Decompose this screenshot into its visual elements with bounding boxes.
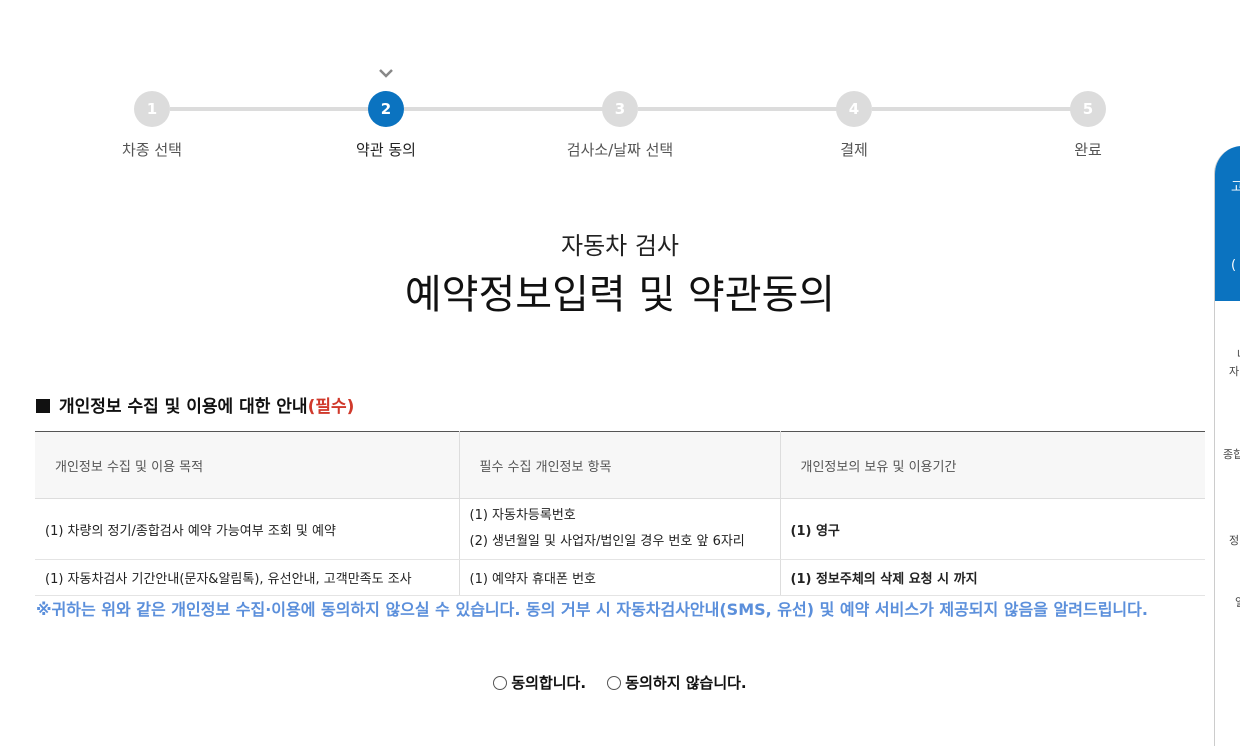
side-panel-text: 종합 [1223, 448, 1240, 461]
step-label: 약관 동의 [356, 141, 416, 159]
step-3: 3 검사소/날짜 선택 [540, 91, 700, 160]
step-number: 4 [836, 91, 872, 127]
side-panel-header[interactable]: 고 ( [1215, 146, 1240, 301]
step-2: 2 약관 동의 [306, 91, 466, 160]
column-header: 필수 수집 개인정보 항목 [458, 431, 780, 499]
side-panel-header-text: 고 [1231, 176, 1240, 195]
side-panel-text: 자 [1229, 365, 1240, 378]
item-text: (2) 생년월일 및 사업자/법인일 경우 번호 앞 6자리 [469, 534, 745, 549]
section-title: 개인정보 수집 및 이용에 대한 안내 [59, 397, 308, 417]
step-label: 검사소/날짜 선택 [566, 141, 674, 159]
square-bullet-icon [36, 399, 50, 413]
disagree-label[interactable]: 동의하지 않습니다. [625, 674, 746, 692]
table-row: (1) 차량의 정기/종합검사 예약 가능여부 조회 및 예약 (1) 자동차등… [35, 498, 1205, 560]
period-cell: (1) 정보주체의 삭제 요청 시 까지 [779, 559, 1205, 596]
radio-circle-icon[interactable] [607, 676, 622, 690]
consent-notice: ※귀하는 위와 같은 개인정보 수집·이용에 동의하지 않으실 수 있습니다. … [36, 600, 1148, 619]
step-label: 결제 [840, 141, 868, 159]
step-1: 1 차종 선택 [72, 91, 232, 160]
purpose-cell: (1) 차량의 정기/종합검사 예약 가능여부 조회 및 예약 [35, 498, 459, 560]
step-5: 5 완료 [1008, 91, 1168, 160]
page-subtitle: 자동차 검사 [560, 232, 680, 260]
column-header: 개인정보 수집 및 이용 목적 [35, 431, 459, 499]
side-panel-header-text: ( [1231, 258, 1237, 273]
items-cell: (1) 자동차등록번호 (2) 생년월일 및 사업자/법인일 경우 번호 앞 6… [458, 498, 780, 560]
page-title: 예약정보입력 및 약관동의 [404, 272, 836, 318]
item-text: (1) 자동차등록번호 [469, 508, 576, 523]
step-number: 1 [134, 91, 170, 127]
step-number: 5 [1070, 91, 1106, 127]
step-number: 3 [602, 91, 638, 127]
step-label: 완료 [1074, 141, 1102, 159]
step-label: 차종 선택 [122, 141, 182, 159]
table-header-row: 개인정보 수집 및 이용 목적 필수 수집 개인정보 항목 개인정보의 보유 및… [35, 431, 1205, 499]
check-icon [379, 69, 393, 78]
agree-radio[interactable]: 동의합니다. [493, 672, 586, 693]
column-header: 개인정보의 보유 및 이용기간 [779, 431, 1205, 499]
progress-stepper: 1 차종 선택 2 약관 동의 3 검사소/날짜 선택 4 결제 5 완료 [0, 0, 1240, 170]
item-text: (1) 예약자 휴대폰 번호 [469, 572, 597, 587]
agree-label[interactable]: 동의합니다. [511, 674, 586, 692]
items-cell: (1) 예약자 휴대폰 번호 [458, 559, 780, 596]
required-label: (필수) [307, 397, 355, 417]
period-cell: (1) 영구 [779, 498, 1205, 560]
step-number: 2 [368, 91, 404, 127]
table-row: (1) 자동차검사 기간안내(문자&알림톡), 유선안내, 고객만족도 조사 (… [35, 559, 1205, 596]
side-panel-text: 일 [1235, 594, 1240, 610]
side-panel[interactable]: 고 ( 나 자 종합 정 일 [1214, 146, 1240, 746]
privacy-info-table: 개인정보 수집 및 이용 목적 필수 수집 개인정보 항목 개인정보의 보유 및… [35, 431, 1205, 596]
disagree-radio[interactable]: 동의하지 않습니다. [607, 672, 747, 693]
step-4: 4 결제 [774, 91, 934, 160]
purpose-cell: (1) 자동차검사 기간안내(문자&알림톡), 유선안내, 고객만족도 조사 [35, 559, 459, 596]
side-panel-text: 정 [1229, 534, 1240, 547]
consent-options: 동의합니다. 동의하지 않습니다. [0, 672, 1240, 693]
section-heading: 개인정보 수집 및 이용에 대한 안내(필수) [36, 392, 354, 417]
radio-circle-icon[interactable] [493, 676, 508, 690]
